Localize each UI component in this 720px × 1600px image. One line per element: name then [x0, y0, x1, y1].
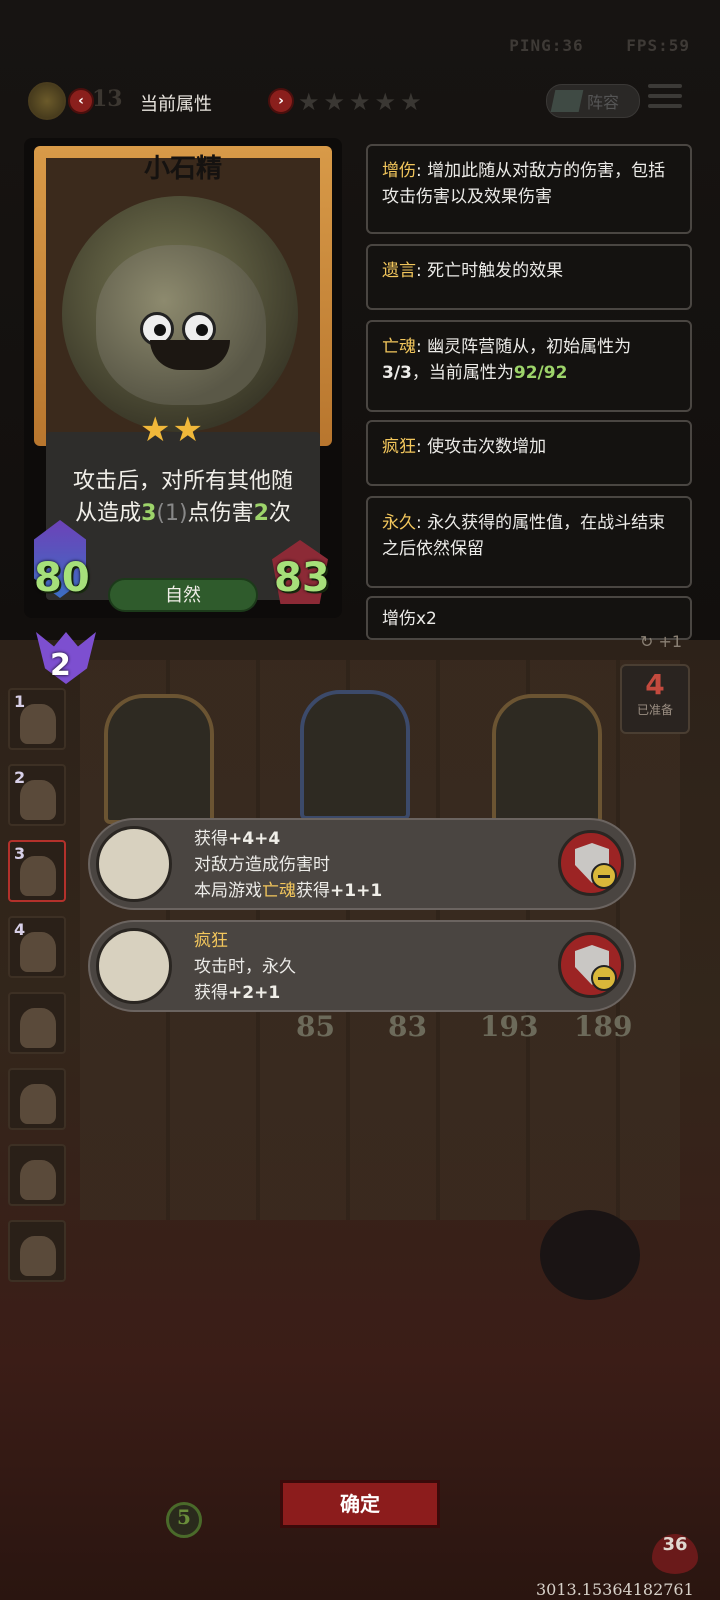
fps-text: FPS:59 — [626, 36, 690, 55]
enchant-line: 获得 — [194, 983, 228, 1003]
card-name: 小石精 — [143, 154, 222, 184]
enchant-keyword: 亡魂 — [262, 881, 296, 901]
remove-enchant-button[interactable] — [558, 932, 624, 998]
lineup-button[interactable]: 阵容 — [546, 84, 640, 118]
keyword-stat: 92/92 — [513, 363, 568, 383]
board-minion[interactable] — [300, 690, 410, 820]
keyword-text: : 增加此随从对敌方的伤害，包括攻击伤害以及效果伤害 — [382, 161, 666, 207]
keyword-name: 遗言 — [382, 261, 416, 281]
lineup-label: 阵容 — [587, 93, 620, 112]
keyword-text: 增伤x2 — [382, 609, 437, 629]
player-slot[interactable] — [8, 992, 66, 1054]
player-slot[interactable]: 2 — [8, 764, 66, 826]
enchant-line: 攻击时，永久 — [194, 957, 296, 977]
player-slot[interactable] — [8, 1144, 66, 1206]
prepared-count: 4 — [645, 668, 665, 701]
keyword-box: 永久: 永久获得的属性值，在战斗结束之后依然保留 — [366, 496, 692, 588]
book-icon — [550, 90, 584, 112]
electric-sword-icon — [96, 826, 172, 902]
refresh-counter: ↻ +1 — [640, 632, 683, 651]
player-slot[interactable] — [8, 1068, 66, 1130]
minion-attack: 85 — [296, 1010, 335, 1043]
ping-text: PING:36 — [509, 36, 584, 55]
crossed-swords-icon — [96, 928, 172, 1004]
keyword-text: : 死亡时触发的效果 — [416, 261, 564, 281]
player-slot[interactable]: 4 — [8, 916, 66, 978]
keyword-box: 遗言: 死亡时触发的效果 — [366, 244, 692, 310]
enchant-line: 对敌方造成伤害时 — [194, 855, 330, 875]
card-desc-line2: 从造成3(1)点伤害2次 — [48, 498, 318, 530]
pet-cat-icon — [540, 1210, 640, 1300]
keyword-box: 增伤: 增加此随从对敌方的伤害，包括攻击伤害以及效果伤害 — [366, 144, 692, 234]
minion-health: 83 — [388, 1010, 427, 1043]
minus-icon — [591, 965, 617, 991]
network-status: PING:36 FPS:59 — [509, 36, 690, 55]
tavern-stars: ★★★★★ — [298, 88, 426, 116]
health-value: 83 — [274, 555, 330, 601]
chevron-right-icon[interactable]: › — [268, 88, 294, 114]
card-description: 攻击后，对所有其他随 从造成3(1)点伤害2次 — [48, 466, 318, 530]
desc-damage: 3 — [141, 501, 157, 526]
board-minion[interactable] — [104, 694, 214, 824]
enchant-value: +4+4 — [228, 829, 281, 849]
enchant-keyword: 疯狂 — [194, 931, 228, 951]
minion-health: 189 — [574, 1010, 633, 1043]
keyword-name: 疯狂 — [382, 437, 416, 457]
desc-text: 从造成 — [75, 501, 142, 526]
coin-icon — [28, 82, 66, 120]
enchant-line: 本局游戏 — [194, 881, 262, 901]
desc-text: 点伤害 — [187, 501, 254, 526]
prepared-counter[interactable]: 4 已准备 — [620, 664, 690, 734]
page-title: 当前属性 — [140, 94, 212, 115]
gold-counter: 5 — [166, 1502, 202, 1538]
player-slot[interactable]: 1 — [8, 688, 66, 750]
desc-base-damage: (1) — [156, 501, 188, 526]
keyword-stat: 3/3 — [382, 363, 412, 383]
enchant-panel: 获得+4+4 对敌方造成伤害时 本局游戏亡魂获得+1+1 — [88, 818, 636, 910]
card-desc-line1: 攻击后，对所有其他随 — [72, 469, 293, 494]
enchant-text: 获得+4+4 对敌方造成伤害时 本局游戏亡魂获得+1+1 — [194, 826, 382, 904]
keyword-box: 亡魂: 幽灵阵营随从，初始属性为 3/3，当前属性为92/92 — [366, 320, 692, 412]
player-slot[interactable] — [8, 1220, 66, 1282]
enchant-panel: 疯狂 攻击时，永久 获得+2+1 — [88, 920, 636, 1012]
version-text: 3013.15364182761 — [536, 1580, 694, 1599]
minus-icon — [591, 863, 617, 889]
coin-count: 13 — [92, 86, 123, 112]
tier-level: 2 — [50, 648, 71, 683]
enchant-line: 获得 — [194, 829, 228, 849]
enchant-line: 获得 — [296, 881, 330, 901]
tribe-badge: 自然 — [108, 578, 258, 612]
player-slot[interactable]: 3 — [8, 840, 66, 902]
keyword-text: ，当前属性为 — [411, 363, 514, 383]
life-counter: 36 — [652, 1534, 698, 1574]
enchant-text: 疯狂 攻击时，永久 获得+2+1 — [194, 928, 296, 1006]
attack-value: 80 — [34, 555, 90, 601]
refresh-count: +1 — [658, 632, 683, 651]
desc-text: 次 — [268, 501, 291, 526]
desc-times: 2 — [253, 501, 269, 526]
card-star-rating: ★★ — [140, 410, 205, 450]
enchant-value: +1+1 — [330, 881, 383, 901]
minion-attack: 193 — [480, 1010, 539, 1043]
prepared-label: 已准备 — [636, 703, 673, 717]
chevron-left-icon[interactable]: ‹ — [68, 88, 94, 114]
board-minion[interactable] — [492, 694, 602, 824]
keyword-name: 永久 — [382, 513, 416, 533]
keyword-text: : 使攻击次数增加 — [416, 437, 547, 457]
menu-icon[interactable] — [648, 84, 682, 114]
remove-enchant-button[interactable] — [558, 830, 624, 896]
keyword-box: 疯狂: 使攻击次数增加 — [366, 420, 692, 486]
keyword-name: 增伤 — [382, 161, 416, 181]
keyword-text: : 永久获得的属性值，在战斗结束之后依然保留 — [382, 513, 666, 559]
keyword-text: : 幽灵阵营随从，初始属性为 — [416, 337, 632, 357]
rock-monster-icon — [96, 245, 266, 405]
keyword-name: 亡魂 — [382, 337, 416, 357]
enchant-value: +2+1 — [228, 983, 281, 1003]
confirm-button[interactable]: 确定 — [280, 1480, 440, 1528]
